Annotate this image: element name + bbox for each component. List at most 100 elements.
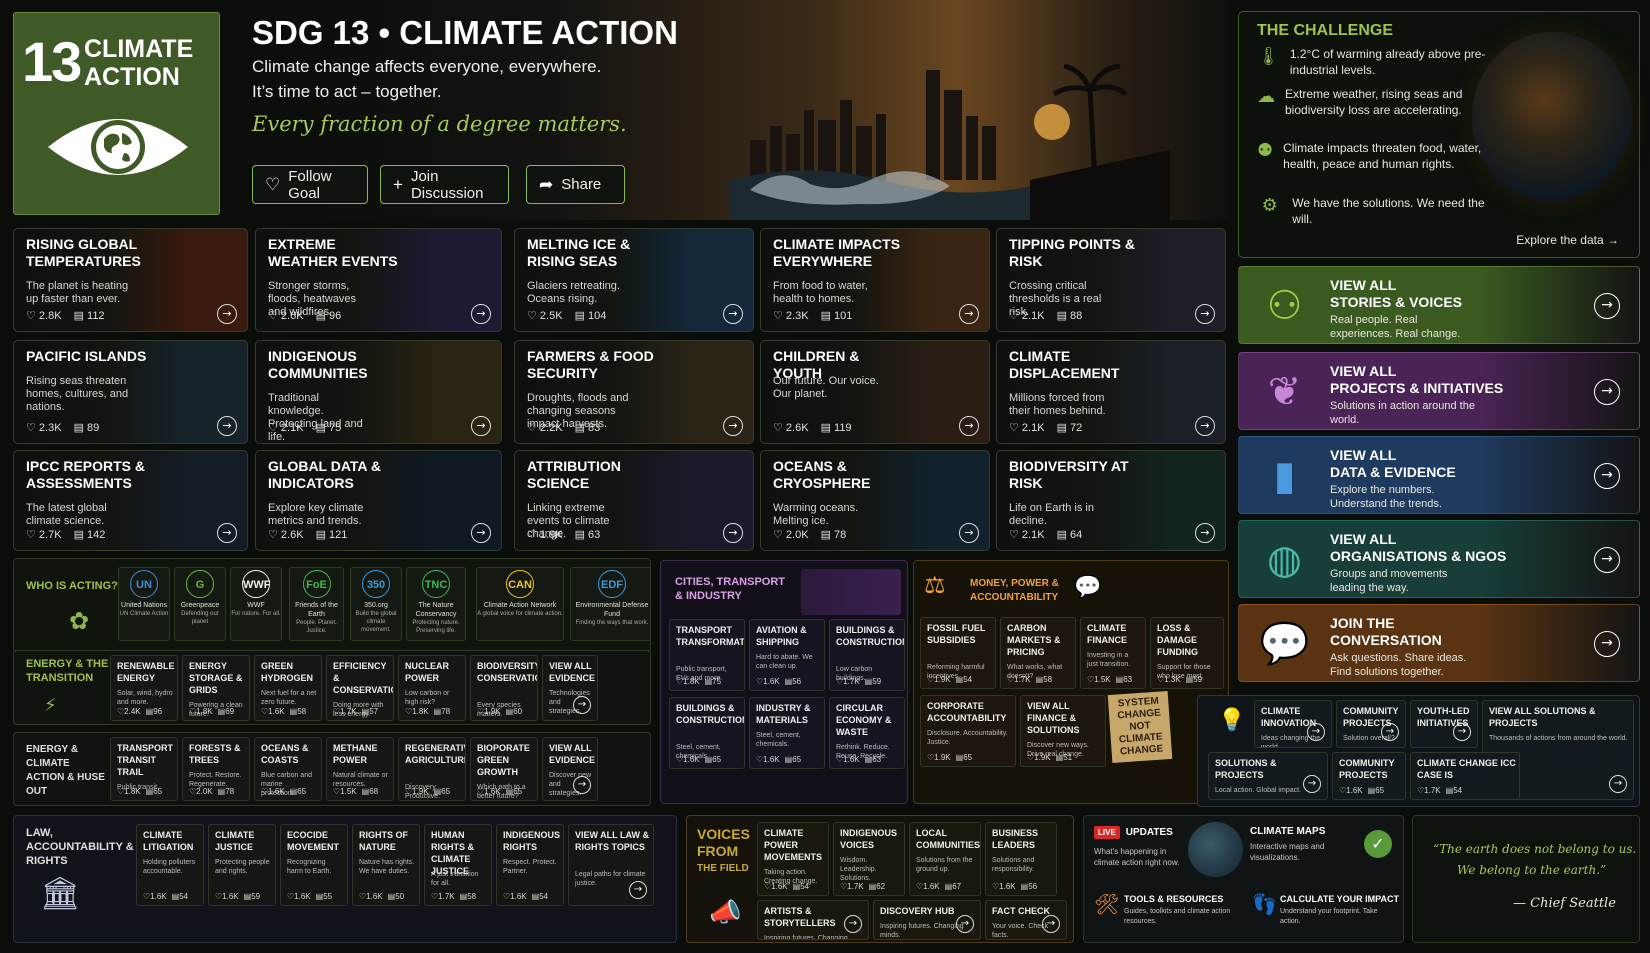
arrow-right-icon[interactable]: → xyxy=(1594,379,1620,405)
card-local-communities[interactable]: LOCAL COMMUNITIES Solutions from the grou… xyxy=(909,822,981,896)
heart-icon[interactable]: ♡ xyxy=(1009,422,1022,434)
card-climate-litigation[interactable]: CLIMATE LITIGATION Holding polluters acco… xyxy=(136,824,204,906)
card-climate-innovation[interactable]: CLIMATE INNOVATION Ideas changing the wor… xyxy=(1254,700,1332,748)
join-discussion-button[interactable]: + Join Discussion xyxy=(380,165,509,204)
org-350-org[interactable]: 350 350.org Build the global climate movem… xyxy=(350,567,402,641)
comment-icon[interactable]: ▤ xyxy=(316,310,329,322)
heart-icon[interactable]: ♡ xyxy=(527,422,540,434)
card-fossil-fuel-subsidies[interactable]: FOSSIL FUEL SUBSIDIES Reforming harmful i… xyxy=(920,617,996,689)
card-business-leaders[interactable]: BUSINESS LEADERS Solutions and responsibi… xyxy=(985,822,1057,896)
card-climate-finance[interactable]: CLIMATE FINANCE Investing in a just trans… xyxy=(1080,617,1146,689)
card-transport-transformation[interactable]: TRANSPORT TRANSFORMATIONPublic transport… xyxy=(669,619,745,691)
topic-card-extreme-weather-events[interactable]: EXTREME WEATHER EVENTS Stronger storms, f… xyxy=(255,228,502,332)
card-human-rights-climate-justice[interactable]: HUMAN RIGHTS & CLIMATE JUSTICE A just tra… xyxy=(424,824,492,906)
card-efficiency-conservation[interactable]: EFFICIENCY & CONSERVATIONDoing more with… xyxy=(326,655,394,721)
arrow-right-icon[interactable]: → xyxy=(959,416,979,436)
comment-icon[interactable]: ▤ xyxy=(316,422,329,434)
cta-view-all-projects-initiatives[interactable]: ❦ VIEW ALL PROJECTS & INITIATIVES Solutions… xyxy=(1238,352,1640,430)
card-energy-storage-grids[interactable]: ENERGY STORAGE & GRIDS Powering a clean f… xyxy=(182,655,250,721)
topic-card-tipping-points-risk[interactable]: TIPPING POINTS & RISK Crossing critical t… xyxy=(996,228,1226,332)
heart-icon[interactable]: ♡ xyxy=(1009,310,1022,322)
arrow-right-icon[interactable]: → xyxy=(1195,523,1215,543)
org-environmental-defense-fund[interactable]: EDF Environmental Defense Fund Finding the… xyxy=(570,567,650,641)
arrow-right-icon[interactable]: → xyxy=(723,523,743,543)
comment-icon[interactable]: ▤ xyxy=(74,529,87,541)
card-green-hydrogen[interactable]: GREEN HYDROGEN Next fuel for a net zero f… xyxy=(254,655,322,721)
card-transport-transit-trail[interactable]: TRANSPORT TRANSIT TRAIL Public transit. ♡1… xyxy=(110,737,178,801)
arrow-right-icon[interactable]: → xyxy=(1381,723,1399,741)
org-wwf[interactable]: WWF WWF For nature. For all. xyxy=(230,567,282,641)
card-view-all-finance-solutions[interactable]: VIEW ALL FINANCE & SOLUTIONS Discover new… xyxy=(1020,695,1106,767)
updates-header[interactable]: LIVE UPDATES xyxy=(1094,826,1173,839)
topic-card-ipcc-reports-assessments[interactable]: IPCC REPORTS & ASSESSMENTS The latest glo… xyxy=(13,450,248,551)
arrow-right-icon[interactable]: → xyxy=(629,881,647,899)
card-youth-led-initiatives[interactable]: YOUTH-LED INITIATIVESBig change?→ xyxy=(1410,700,1478,748)
tools-resources-link[interactable]: TOOLS & RESOURCES Guides, toolkits and c… xyxy=(1124,894,1234,927)
card-indigenous-voices[interactable]: INDIGENOUS VOICES Wisdom. Leadership. Sol… xyxy=(833,822,905,896)
card-view-all-law-rights-topics[interactable]: VIEW ALL LAW & RIGHTS TOPICS Legal paths … xyxy=(568,824,654,906)
topic-card-attribution-science[interactable]: ATTRIBUTION SCIENCE Linking extreme event… xyxy=(514,450,754,551)
card-circular-economy-waste[interactable]: CIRCULAR ECONOMY & WASTE Rethink. Reduce.… xyxy=(829,697,905,769)
follow-goal-button[interactable]: ♡ Follow Goal xyxy=(252,165,368,204)
arrow-right-icon[interactable]: → xyxy=(1195,304,1215,324)
org-friends-of-the-earth[interactable]: FoE Friends of the Earth People. Planet. J… xyxy=(289,567,344,641)
arrow-right-icon[interactable]: → xyxy=(217,416,237,436)
card-community-projects[interactable]: COMMUNITY PROJECTS ♡1.6K ▤65 xyxy=(1332,752,1406,800)
topic-card-oceans-cryosphere[interactable]: OCEANS & CRYOSPHERE Warming oceans. Melti… xyxy=(760,450,990,551)
heart-icon[interactable]: ♡ xyxy=(527,529,540,541)
org-the-nature-conservancy[interactable]: TNC The Nature Conservancy Protecting natu… xyxy=(406,567,466,641)
card-biodiversity-conservation[interactable]: BIODIVERSITY CONSERVATIONEvery species m… xyxy=(470,655,538,721)
calculate-impact-link[interactable]: CALCULATE YOUR IMPACT Understand your fo… xyxy=(1280,894,1400,927)
card-nuclear-power[interactable]: NUCLEAR POWER Low carbon or high risk? ♡1.… xyxy=(398,655,466,721)
arrow-right-icon[interactable]: → xyxy=(1303,775,1321,793)
card-forests-trees[interactable]: FORESTS & TREES Protect. Restore. Regener… xyxy=(182,737,250,801)
heart-icon[interactable]: ♡ xyxy=(527,310,540,322)
arrow-right-icon[interactable]: → xyxy=(1594,631,1620,657)
arrow-right-icon[interactable]: → xyxy=(844,915,862,933)
card-buildings-construction[interactable]: BUILDINGS & CONSTRUCTION Steel, cement, c… xyxy=(669,697,745,769)
card-solutions-projects[interactable]: SOLUTIONS & PROJECTS Local action. Global… xyxy=(1208,752,1328,800)
card-renewable-energy[interactable]: RENEWABLE ENERGY Solar, wind, hydro and m… xyxy=(110,655,178,721)
comment-icon[interactable]: ▤ xyxy=(316,529,329,541)
cta-view-all-stories-voices[interactable]: ⚇ VIEW ALL STORIES & VOICES Real people. Re… xyxy=(1238,266,1640,344)
card-regenerative-agriculture[interactable]: REGENERATIVE AGRICULTUREDiscovery. Produ… xyxy=(398,737,466,801)
comment-icon[interactable]: ▤ xyxy=(1057,310,1070,322)
cta-join-the-conversation[interactable]: 💬 JOIN THE CONVERSATION Ask questions. Shar… xyxy=(1238,604,1640,682)
heart-icon[interactable]: ♡ xyxy=(268,529,281,541)
arrow-right-icon[interactable]: → xyxy=(217,304,237,324)
arrow-right-icon[interactable]: → xyxy=(956,915,974,933)
topic-card-indigenous-communities[interactable]: INDIGENOUS COMMUNITIES Traditional knowle… xyxy=(255,340,502,444)
card-climate-power-movements[interactable]: CLIMATE POWER MOVEMENTS Taking action. Cr… xyxy=(757,822,829,896)
arrow-right-icon[interactable]: → xyxy=(959,304,979,324)
topic-card-climate-impacts-everywhere[interactable]: CLIMATE IMPACTS EVERYWHERE From food to w… xyxy=(760,228,990,332)
heart-icon[interactable]: ♡ xyxy=(26,422,39,434)
comment-icon[interactable]: ▤ xyxy=(575,422,588,434)
topic-card-rising-global-temperatures[interactable]: RISING GLOBAL TEMPERATURES The planet is … xyxy=(13,228,248,332)
card-artists-storytellers[interactable]: ARTISTS & STORYTELLERS Inspiring futures.… xyxy=(757,900,869,940)
arrow-right-icon[interactable]: → xyxy=(573,696,591,714)
heart-icon[interactable]: ♡ xyxy=(773,422,786,434)
heart-icon[interactable]: ♡ xyxy=(268,422,281,434)
cta-view-all-data-evidence[interactable]: ▮ VIEW ALL DATA & EVIDENCE Explore the numb… xyxy=(1238,436,1640,514)
topic-card-global-data-indicators[interactable]: GLOBAL DATA & INDICATORS Explore key clim… xyxy=(255,450,502,551)
comment-icon[interactable]: ▤ xyxy=(1057,529,1070,541)
topic-card-pacific-islands[interactable]: PACIFIC ISLANDS Rising seas threaten home… xyxy=(13,340,248,444)
card-loss-damage-funding[interactable]: LOSS & DAMAGE FUNDING Support for those w… xyxy=(1150,617,1224,689)
org-united-nations[interactable]: UN United Nations UN Climate Action xyxy=(118,567,170,641)
card-climate-justice[interactable]: CLIMATE JUSTICE Protecting people and rig… xyxy=(208,824,276,906)
card-oceans-coasts[interactable]: OCEANS & COASTS Blue carbon and marine pr… xyxy=(254,737,322,801)
heart-icon[interactable]: ♡ xyxy=(773,529,786,541)
heart-icon[interactable]: ♡ xyxy=(773,310,786,322)
arrow-right-icon[interactable]: → xyxy=(1195,416,1215,436)
arrow-right-icon[interactable]: → xyxy=(471,304,491,324)
arrow-right-icon[interactable]: → xyxy=(1609,775,1627,793)
topic-card-climate-displacement[interactable]: CLIMATE DISPLACEMENT Millions forced from… xyxy=(996,340,1226,444)
arrow-right-icon[interactable]: → xyxy=(1453,723,1471,741)
card-discovery-hub[interactable]: DISCOVERY HUB Inspiring futures. Changing… xyxy=(873,900,981,940)
card-view-all-evidence[interactable]: VIEW ALL EVIDENCE Discover new and strate… xyxy=(542,737,598,801)
card-bioporate-green-growth[interactable]: BIOPORATE GREEN GROWTH Which path to a be… xyxy=(470,737,538,801)
comment-icon[interactable]: ▤ xyxy=(575,310,588,322)
topic-card-biodiversity-at-risk[interactable]: BIODIVERSITY AT RISK Life on Earth is in … xyxy=(996,450,1226,551)
arrow-right-icon[interactable]: → xyxy=(471,416,491,436)
card-industry-materials[interactable]: INDUSTRY & MATERIALS Steel, cement, chemi… xyxy=(749,697,825,769)
